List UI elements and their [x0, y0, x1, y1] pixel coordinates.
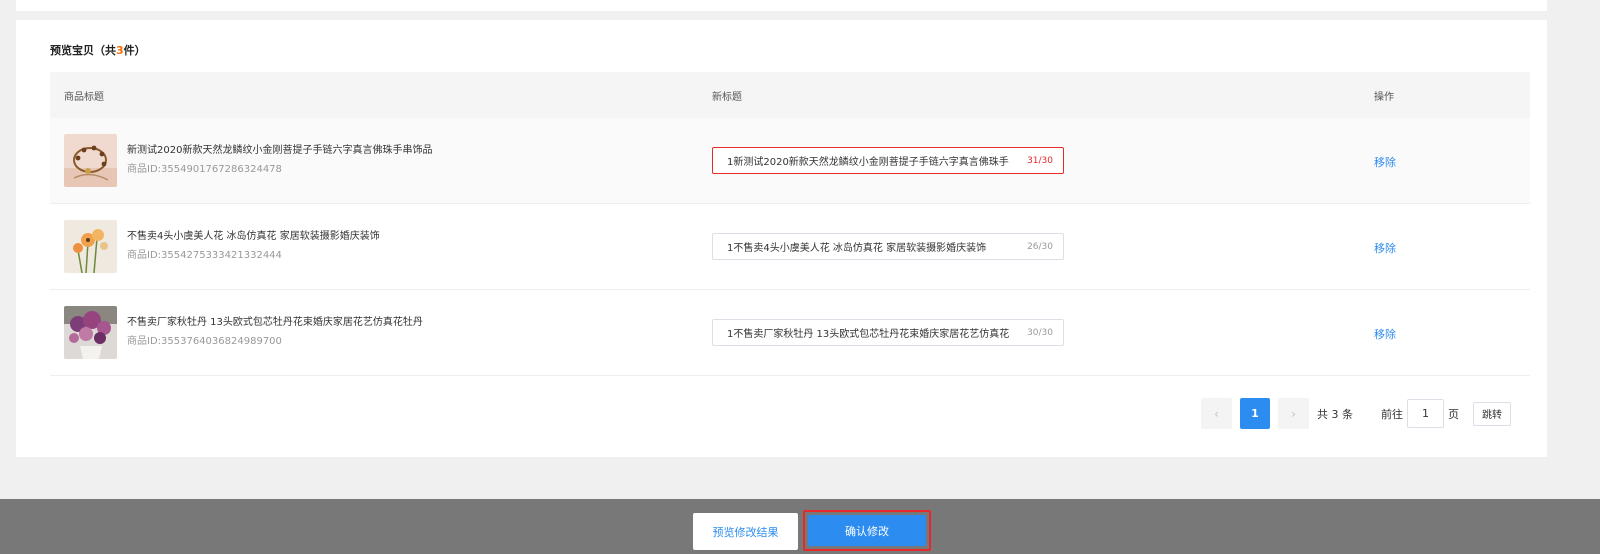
bracelet-image-icon: [64, 134, 117, 187]
prev-page-button[interactable]: ‹: [1201, 398, 1232, 429]
remove-button[interactable]: 移除: [1374, 156, 1396, 169]
char-count: 31/30: [1027, 155, 1053, 166]
total-count: 共 3 条: [1317, 407, 1353, 421]
page-number-current[interactable]: 1: [1240, 398, 1270, 429]
page-unit-label: 页: [1448, 407, 1459, 421]
top-card: [16, 0, 1547, 11]
footer-bar: [0, 499, 1600, 554]
pagination: ‹ 1 › 共 3 条 前往 1 页 跳转: [1201, 398, 1511, 429]
new-title-cell: 1不售卖厂家秋牡丹 13头欧式包芯牡丹花束婚庆家居花艺仿真花 30/30: [712, 319, 1374, 346]
remove-button[interactable]: 移除: [1374, 328, 1396, 341]
new-title-text: 1不售卖4头小虞美人花 冰岛仿真花 家居软装摄影婚庆装饰: [727, 243, 987, 254]
new-title-input[interactable]: 1不售卖4头小虞美人花 冰岛仿真花 家居软装摄影婚庆装饰 26/30: [712, 233, 1064, 260]
chevron-left-icon: ‹: [1214, 406, 1219, 421]
action-cell: 移除: [1374, 151, 1530, 170]
confirm-button[interactable]: 确认修改: [808, 515, 926, 546]
peony-bouquet-image-icon: [64, 306, 117, 359]
section-title: 预览宝贝（共3件）: [50, 44, 146, 57]
goto-page-input[interactable]: 1: [1407, 399, 1444, 428]
new-title-text: 1不售卖厂家秋牡丹 13头欧式包芯牡丹花束婚庆家居花艺仿真花: [727, 329, 1010, 340]
product-thumbnail: [64, 134, 117, 187]
table-row: 新测试2020新款天然龙鳞纹小金刚菩提子手链六字真言佛珠手串饰品 商品ID:35…: [50, 118, 1530, 204]
table-header: 商品标题 新标题 操作: [50, 72, 1530, 118]
confirm-button-highlight: 确认修改: [803, 510, 931, 551]
header-action: 操作: [1374, 91, 1394, 103]
chevron-right-icon: ›: [1291, 406, 1296, 421]
product-thumbnail: [64, 220, 117, 273]
preview-table: 商品标题 新标题 操作 新测试2020新款天然龙鳞纹小金刚菩提子手链六字真言佛珠…: [50, 72, 1530, 376]
product-cell: 不售卖厂家秋牡丹 13头欧式包芯牡丹花束婚庆家居花艺仿真花牡丹 商品ID:355…: [50, 306, 712, 359]
new-title-input[interactable]: 1新测试2020新款天然龙鳞纹小金刚菩提子手链六字真言佛珠手 31/30: [712, 147, 1064, 174]
preview-result-button[interactable]: 预览修改结果: [693, 513, 798, 550]
table-row: 不售卖4头小虞美人花 冰岛仿真花 家居软装摄影婚庆装饰 商品ID:3554275…: [50, 204, 1530, 290]
product-id: 商品ID:3554275333421332444: [127, 250, 282, 261]
product-thumbnail: [64, 306, 117, 359]
action-cell: 移除: [1374, 237, 1530, 256]
product-id: 商品ID:3554901767286324478: [127, 164, 282, 175]
next-page-button[interactable]: ›: [1278, 398, 1309, 429]
product-cell: 不售卖4头小虞美人花 冰岛仿真花 家居软装摄影婚庆装饰 商品ID:3554275…: [50, 220, 712, 273]
product-title: 不售卖4头小虞美人花 冰岛仿真花 家居软装摄影婚庆装饰: [127, 231, 380, 242]
new-title-cell: 1新测试2020新款天然龙鳞纹小金刚菩提子手链六字真言佛珠手 31/30: [712, 147, 1374, 174]
new-title-text: 1新测试2020新款天然龙鳞纹小金刚菩提子手链六字真言佛珠手: [727, 157, 1009, 168]
preview-card: 预览宝贝（共3件） 商品标题 新标题 操作 新测试2020新款天然龙鳞纹小金刚菩…: [16, 20, 1547, 457]
table-row: 不售卖厂家秋牡丹 13头欧式包芯牡丹花束婚庆家居花艺仿真花牡丹 商品ID:355…: [50, 290, 1530, 376]
product-title: 不售卖厂家秋牡丹 13头欧式包芯牡丹花束婚庆家居花艺仿真花牡丹: [127, 317, 423, 328]
goto-label: 前往: [1381, 407, 1403, 421]
product-cell: 新测试2020新款天然龙鳞纹小金刚菩提子手链六字真言佛珠手串饰品 商品ID:35…: [50, 134, 712, 187]
new-title-input[interactable]: 1不售卖厂家秋牡丹 13头欧式包芯牡丹花束婚庆家居花艺仿真花 30/30: [712, 319, 1064, 346]
action-cell: 移除: [1374, 323, 1530, 342]
char-count: 30/30: [1027, 327, 1053, 338]
header-product-title: 商品标题: [64, 91, 104, 103]
scrollbar-track[interactable]: [1584, 0, 1600, 554]
poppy-flower-image-icon: [64, 220, 117, 273]
remove-button[interactable]: 移除: [1374, 242, 1396, 255]
product-id: 商品ID:3553764036824989700: [127, 336, 282, 347]
item-count: 3: [116, 44, 124, 57]
product-title: 新测试2020新款天然龙鳞纹小金刚菩提子手链六字真言佛珠手串饰品: [127, 145, 433, 156]
header-new-title: 新标题: [712, 91, 742, 103]
jump-button[interactable]: 跳转: [1473, 401, 1511, 426]
new-title-cell: 1不售卖4头小虞美人花 冰岛仿真花 家居软装摄影婚庆装饰 26/30: [712, 233, 1374, 260]
char-count: 26/30: [1027, 241, 1053, 252]
